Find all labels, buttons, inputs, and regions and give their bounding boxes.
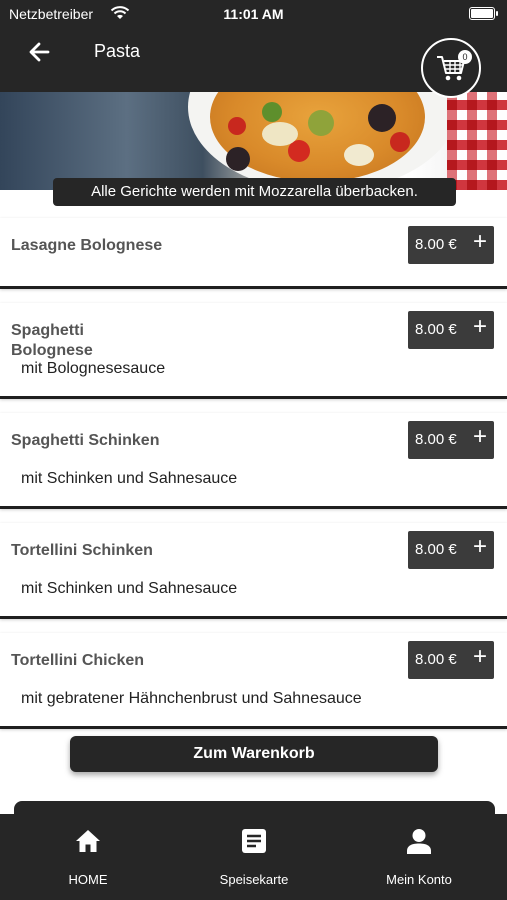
user-icon	[407, 829, 431, 854]
tab-label: Mein Konto	[386, 872, 452, 887]
list-item[interactable]: Spaghetti Schinken mit Schinken und Sahn…	[0, 413, 507, 509]
bottom-tab-bar: HOME Speisekarte Mein Konto	[0, 814, 507, 900]
item-price: 8.00 €	[415, 651, 457, 668]
item-name: Tortellini Schinken	[11, 542, 153, 559]
add-to-cart-button[interactable]: 8.00 € +	[408, 531, 494, 569]
plus-icon: +	[472, 643, 487, 670]
add-to-cart-button[interactable]: 8.00 € +	[408, 421, 494, 459]
item-name: Spaghetti Schinken	[11, 432, 160, 449]
tab-label: HOME	[68, 872, 108, 887]
item-description: mit Schinken und Sahnesauce	[21, 470, 238, 487]
cart-button[interactable]: 0	[421, 38, 481, 98]
item-price: 8.00 €	[415, 236, 457, 253]
list-item[interactable]: Tortellini Schinken mit Schinken und Sah…	[0, 523, 507, 619]
add-to-cart-button[interactable]: 8.00 € +	[408, 641, 494, 679]
tab-mein-konto[interactable]: Mein Konto	[349, 814, 489, 900]
arrow-left-icon[interactable]	[24, 36, 56, 68]
add-to-cart-button[interactable]: 8.00 € +	[408, 226, 494, 264]
plus-icon: +	[472, 313, 487, 340]
go-to-cart-button[interactable]: Zum Warenkorb	[70, 736, 438, 772]
cart-count-badge: 0	[458, 50, 472, 64]
item-description: mit gebratener Hähnchenbrust und Sahnesa…	[21, 690, 362, 707]
tab-speisekarte[interactable]: Speisekarte	[184, 814, 324, 900]
menu-list-icon	[242, 829, 266, 853]
plus-icon: +	[472, 423, 487, 450]
add-to-cart-button[interactable]: 8.00 € +	[408, 311, 494, 349]
info-banner: Alle Gerichte werden mit Mozzarella über…	[53, 178, 456, 206]
item-price: 8.00 €	[415, 541, 457, 558]
plus-icon: +	[472, 533, 487, 560]
home-icon	[76, 830, 100, 852]
plus-icon: +	[472, 228, 487, 255]
item-description: mit Bolognesesauce	[21, 360, 166, 377]
item-description: mit Schinken und Sahnesauce	[21, 580, 238, 597]
tab-home[interactable]: HOME	[18, 814, 158, 900]
item-price: 8.00 €	[415, 321, 457, 338]
status-time: 11:01 AM	[223, 6, 284, 22]
list-item[interactable]: Spaghetti Bolognese mit Bolognesesauce 8…	[0, 303, 507, 399]
page-title: Pasta	[94, 41, 141, 61]
item-name: Lasagne Bolognese	[11, 237, 163, 254]
menu-list: Lasagne Bolognese 8.00 € + Spaghetti Bol…	[0, 218, 507, 729]
battery-icon	[469, 7, 498, 20]
item-name: Tortellini Chicken	[11, 652, 145, 669]
status-bar: Netzbetreiber 11:01 AM	[0, 0, 507, 28]
item-price: 8.00 €	[415, 431, 457, 448]
list-item[interactable]: Lasagne Bolognese 8.00 € +	[0, 218, 507, 289]
tab-label: Speisekarte	[219, 872, 289, 887]
item-name: Spaghetti Bolognese	[11, 322, 93, 359]
list-item[interactable]: Tortellini Chicken mit gebratener Hähnch…	[0, 633, 507, 729]
category-hero-image	[0, 92, 507, 190]
